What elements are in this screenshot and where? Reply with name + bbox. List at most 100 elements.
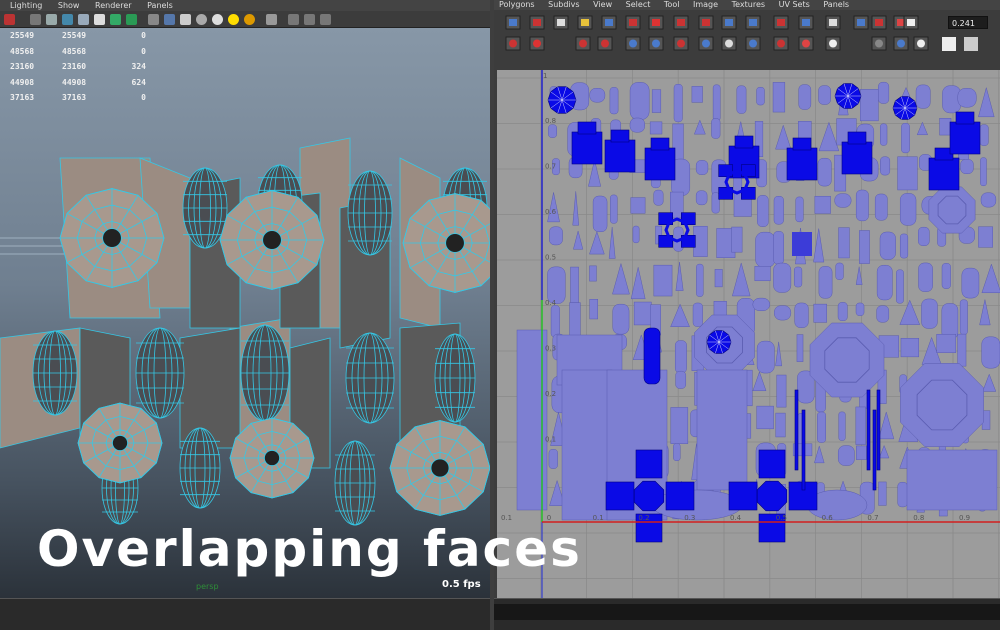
- uv-shell: [773, 231, 784, 265]
- uv-shell: [856, 445, 867, 460]
- xray-icon[interactable]: [94, 14, 105, 25]
- menu-renderer[interactable]: Renderer: [95, 1, 132, 10]
- uv-shell: [608, 227, 616, 259]
- uv-canvas[interactable]: 1 0.100.10.20.30.40.50.60.70.80.910.80.7…: [497, 70, 1000, 598]
- menu-textures[interactable]: Textures: [732, 0, 765, 9]
- uv-shell: [673, 443, 681, 461]
- uv-shell: [775, 412, 786, 438]
- uv-shell: [572, 191, 580, 226]
- uv-overlap-shell: [955, 111, 975, 125]
- uv-shell: [731, 261, 751, 297]
- axis-label-v: 0.7: [545, 163, 556, 171]
- menu-image[interactable]: Image: [693, 0, 718, 9]
- uv-shell: [736, 85, 747, 114]
- uv-tool-glyph: [725, 39, 733, 48]
- command-line-input[interactable]: [494, 604, 1000, 620]
- uv-tool-glyph: [702, 19, 710, 26]
- uv-shell: [936, 333, 957, 353]
- uv-shell: [756, 86, 765, 106]
- uv-shell: [959, 299, 968, 335]
- uv-shell: [712, 84, 721, 122]
- uv-tool-glyph: [601, 39, 609, 48]
- uv-overlap-shell: [876, 389, 881, 471]
- wireframe-icon[interactable]: [30, 14, 41, 25]
- uv-editor-panel: Polygons Subdivs View Select Tool Image …: [494, 0, 1000, 598]
- uv-shell: [592, 195, 608, 233]
- uv-overlap-shell: [928, 157, 960, 191]
- uv-shell: [876, 305, 890, 323]
- menu-view[interactable]: View: [593, 0, 612, 9]
- checker-icon[interactable]: [180, 14, 191, 25]
- axis-label-top: 1: [543, 72, 547, 80]
- uv-overlap-shell: [872, 409, 877, 491]
- copy-box-icon[interactable]: [304, 14, 315, 25]
- paste-uv-icon[interactable]: [942, 37, 956, 51]
- uv-shell: [855, 406, 866, 445]
- uv-tool-glyph: [509, 39, 517, 48]
- mesh-hole: [262, 230, 282, 250]
- textured-icon[interactable]: [78, 14, 89, 25]
- menu-lighting[interactable]: Lighting: [10, 1, 42, 10]
- uv-shell: [548, 124, 557, 138]
- uv-shell: [896, 269, 904, 304]
- uv-shell: [897, 481, 908, 508]
- uv-shell: [673, 83, 683, 123]
- uv-tool-glyph: [802, 19, 810, 26]
- uv-value-field[interactable]: 0.241: [948, 16, 988, 29]
- uv-shell: [776, 374, 787, 408]
- uv-shell: [941, 263, 951, 289]
- axis-label-v: 0.6: [545, 208, 557, 216]
- texture-toggle-icon[interactable]: [126, 14, 137, 25]
- menu-tool[interactable]: Tool: [664, 0, 680, 9]
- frame-icon[interactable]: [320, 14, 331, 25]
- uv-shell: [880, 156, 891, 176]
- overlay-caption: Overlapping faces: [37, 520, 582, 578]
- lights-icon[interactable]: [110, 14, 121, 25]
- uv-overlap-shell: [792, 232, 812, 256]
- uv-shell: [675, 370, 687, 389]
- uv-editor-menu-bar: Polygons Subdivs View Select Tool Image …: [494, 0, 1000, 10]
- axis-label-v: 0.1: [545, 436, 556, 444]
- menu-panels[interactable]: Panels: [147, 1, 173, 10]
- menu-show[interactable]: Show: [58, 1, 80, 10]
- menu-select[interactable]: Select: [626, 0, 651, 9]
- sun-icon[interactable]: [228, 14, 239, 25]
- status-bar-left: [0, 598, 490, 630]
- light-sphere-icon[interactable]: [212, 14, 223, 25]
- fps-counter: 0.5 fps: [442, 579, 481, 590]
- camera-name-label: persp: [196, 582, 219, 591]
- ambient-icon[interactable]: [244, 14, 255, 25]
- cube-icon[interactable]: [148, 14, 159, 25]
- uv-overlap-shell: [756, 480, 788, 512]
- menu-uv-sets[interactable]: UV Sets: [779, 0, 810, 9]
- box-icon[interactable]: [288, 14, 299, 25]
- uv-shell: [629, 82, 650, 120]
- perspective-viewport[interactable]: 25549 25549 0 48568 48568 0 23160 23160 324 44…: [0, 28, 490, 598]
- axis-label-v: 0.3: [545, 345, 556, 353]
- uv-tool-glyph: [677, 39, 685, 48]
- select-camera-icon[interactable]: [4, 14, 15, 25]
- menu-subdivs[interactable]: Subdivs: [548, 0, 579, 9]
- wireframe-on-shaded-icon[interactable]: [62, 14, 73, 25]
- menu-polygons[interactable]: Polygons: [499, 0, 535, 9]
- smooth-shade-icon[interactable]: [46, 14, 57, 25]
- uv-shell: [573, 229, 584, 250]
- blue-cube-icon[interactable]: [164, 14, 175, 25]
- shadow-sphere-icon[interactable]: [196, 14, 207, 25]
- uv-shell: [775, 124, 792, 150]
- uv-shell: [859, 230, 870, 264]
- uv-overlap-shell: [794, 389, 799, 471]
- uv-shell: [813, 228, 825, 263]
- uv-shell: [693, 119, 706, 135]
- isolate-icon[interactable]: [266, 14, 277, 25]
- uv-tool-glyph: [725, 19, 733, 26]
- uv-tool-glyph: [557, 19, 565, 26]
- menu-panels-uv[interactable]: Panels: [823, 0, 849, 9]
- uv-shell: [570, 266, 579, 303]
- uv-shell: [674, 340, 687, 374]
- uv-overlap-shell: [728, 481, 758, 511]
- uv-shell: [928, 186, 976, 234]
- stat-row-faces: 23160 23160 324: [10, 62, 146, 72]
- copy-uv-icon[interactable]: [964, 37, 978, 51]
- uv-shell: [979, 124, 989, 146]
